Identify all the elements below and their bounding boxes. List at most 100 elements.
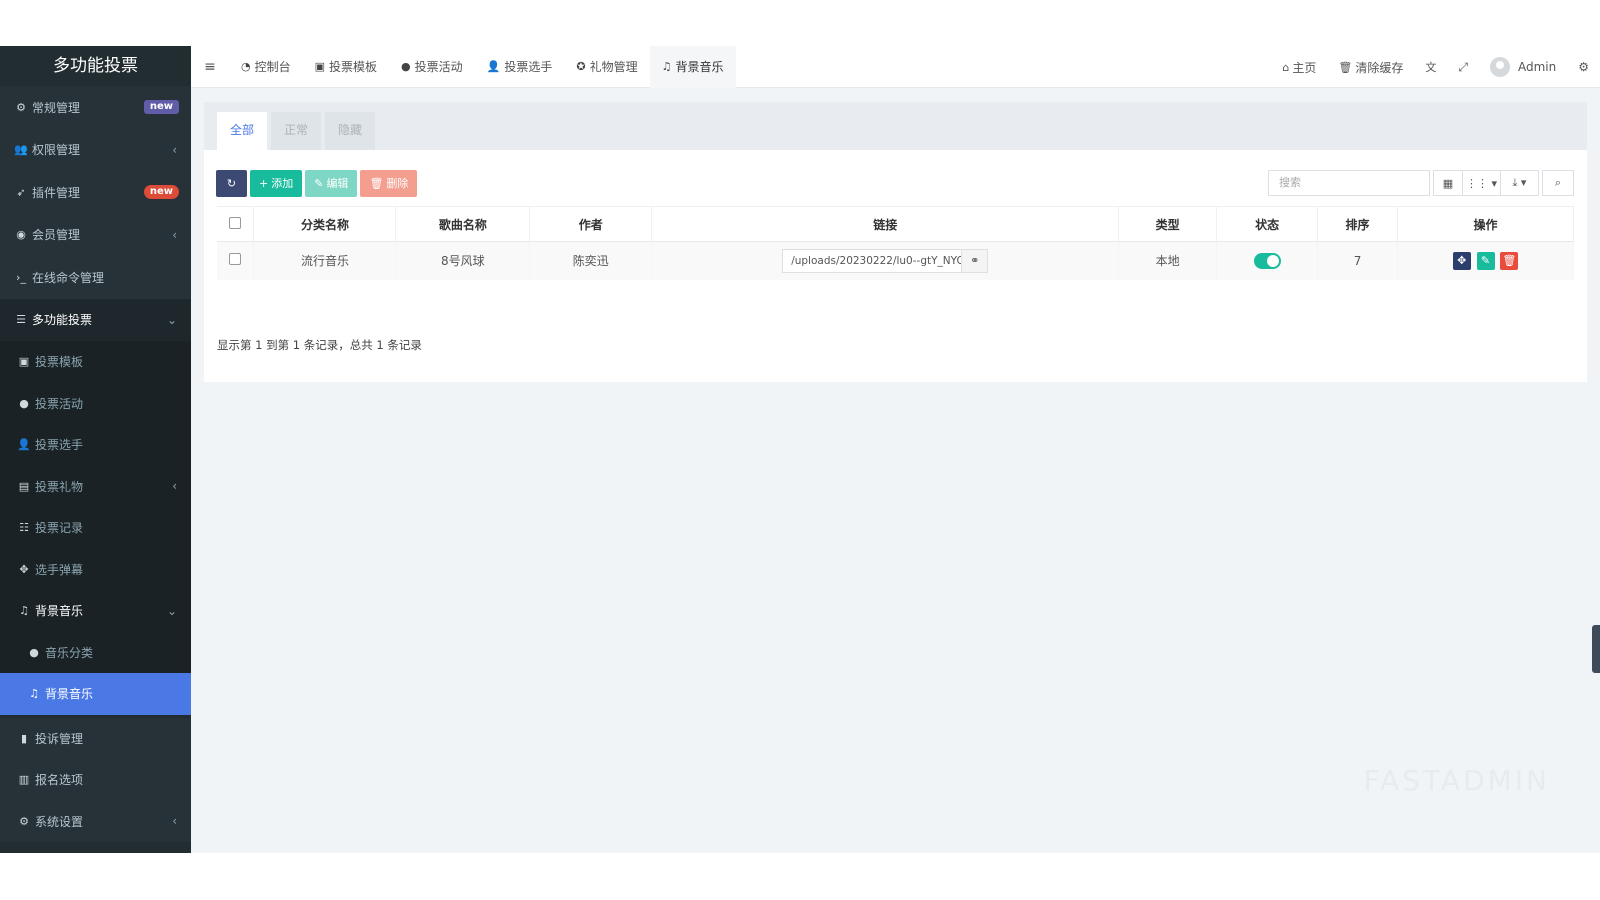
new-badge: new: [143, 100, 179, 115]
data-table: 分类名称 歌曲名称 作者 链接 类型 状态 排序 操作 流行音乐 8号风球 陈奕…: [217, 206, 1574, 280]
list-ol-icon: ☷: [19, 521, 29, 535]
status-toggle[interactable]: [1253, 252, 1281, 269]
clear-cache-button[interactable]: 🗑 清除缓存: [1327, 59, 1414, 76]
actions-cell: ✥ ✎ 🗑: [1397, 241, 1574, 280]
song-cell: 8号风球: [395, 241, 531, 280]
row-checkbox[interactable]: [229, 253, 242, 266]
side-drawer-handle[interactable]: [1592, 625, 1600, 673]
delete-label: 删除: [386, 177, 409, 190]
language-button[interactable]: 文: [1414, 59, 1447, 75]
column-header[interactable]: 歌曲名称: [395, 206, 531, 242]
music-icon: ♫: [661, 60, 672, 73]
app-title[interactable]: 多功能投票: [0, 46, 191, 86]
column-header[interactable]: 操作: [1397, 206, 1574, 242]
sidebar-submenu: ▣ 投票模板 ● 投票活动 👤 投票选手 ▤ 投票礼物 ‹ ☷ 投票记录 ✥ 选…: [0, 341, 191, 715]
sidebar-item-vote-activity[interactable]: ● 投票活动: [0, 382, 191, 424]
image-icon: ▣: [18, 355, 30, 369]
tab-normal[interactable]: 正常: [271, 112, 322, 150]
column-header[interactable]: 状态: [1216, 206, 1319, 242]
column-header[interactable]: 分类名称: [253, 206, 397, 242]
sidebar-item-command[interactable]: ›_ 在线命令管理: [0, 256, 191, 299]
chevron-down-icon: ⌄: [166, 603, 177, 618]
clear-cache-label: 清除缓存: [1355, 60, 1404, 75]
tab-dashboard[interactable]: ◔ 控制台: [229, 46, 303, 88]
sidebar-item-general[interactable]: ⚙ 常规管理 new: [0, 86, 191, 129]
sidebar-item-label: 常规管理: [32, 100, 81, 115]
link-cell: /uploads/20230222/lu0--gtY_NYOxLI ⚭: [651, 241, 1120, 280]
sidebar-item-member[interactable]: ◉ 会员管理 ‹: [0, 213, 191, 256]
tab-vote-player[interactable]: 👤 投票选手: [475, 46, 565, 88]
chevron-left-icon: ‹: [172, 142, 177, 157]
sidebar-item-vote-gift[interactable]: ▤ 投票礼物 ‹: [0, 465, 191, 507]
toolbar: ↻ + 添加 ✎ 编辑 🗑 删除 搜索 ▦ ⋮⋮ ▾ ⤓ ▾ ⌕: [204, 150, 1587, 202]
tab-vote-activity[interactable]: ● 投票活动: [389, 46, 475, 88]
column-header[interactable]: 作者: [529, 206, 653, 242]
search-button[interactable]: ⌕: [1542, 170, 1574, 196]
sidebar-item-bgm[interactable]: ♫ 背景音乐: [0, 673, 191, 715]
delete-row-button[interactable]: 🗑: [1500, 251, 1519, 270]
sidebar-item-settings[interactable]: ⚙ 系统设置 ‹: [0, 800, 191, 842]
sidebar-item-vote-template[interactable]: ▣ 投票模板: [0, 341, 191, 383]
type-cell: 本地: [1118, 241, 1218, 280]
sidebar-item-danmaku[interactable]: ✥ 选手弹幕: [0, 548, 191, 590]
sidebar-item-complaint[interactable]: ▮ 投诉管理: [0, 717, 191, 759]
edit-label: 编辑: [326, 177, 349, 190]
arrows-icon: ✥: [19, 562, 29, 576]
toggle-view-button[interactable]: ▦: [1433, 170, 1463, 196]
column-header[interactable]: 类型: [1118, 206, 1218, 242]
drag-sort-button[interactable]: ✥: [1452, 251, 1471, 270]
control-sidebar-button[interactable]: ⚙: [1567, 60, 1600, 74]
sidebar-item-vote-player[interactable]: 👤 投票选手: [0, 424, 191, 466]
tab-vote-template[interactable]: ▣ 投票模板: [303, 46, 389, 88]
search-input[interactable]: 搜索: [1268, 170, 1430, 196]
sidebar-item-label: 多功能投票: [32, 313, 93, 328]
sidebar-item-label: 投票模板: [35, 355, 84, 370]
user-menu[interactable]: Admin: [1479, 57, 1567, 77]
delete-button[interactable]: 🗑 删除: [360, 170, 418, 197]
gift-icon: ✪: [576, 60, 586, 73]
sidebar-item-label: 投票礼物: [35, 479, 84, 494]
trash-icon: 🗑: [1338, 60, 1353, 74]
link-field: /uploads/20230222/lu0--gtY_NYOxLI ⚭: [782, 248, 989, 273]
column-header[interactable]: 链接: [651, 206, 1120, 242]
tab-bgm[interactable]: ♫ 背景音乐: [649, 45, 736, 88]
chevron-left-icon: ‹: [172, 479, 177, 494]
select-all-checkbox[interactable]: [229, 216, 242, 229]
edit-row-button[interactable]: ✎: [1476, 251, 1495, 270]
export-button[interactable]: ⤓ ▾: [1500, 170, 1539, 196]
sidebar-item-music-category[interactable]: ● 音乐分类: [0, 631, 191, 673]
fullscreen-button[interactable]: ⤢: [1447, 60, 1479, 75]
sidebar-item-vote-record[interactable]: ☷ 投票记录: [0, 507, 191, 549]
edit-button[interactable]: ✎ 编辑: [305, 170, 358, 197]
bomb-icon: ●: [401, 60, 411, 73]
tab-gift[interactable]: ✪ 礼物管理: [564, 46, 649, 88]
sidebar-item-addon[interactable]: ➶ 插件管理 new: [0, 171, 191, 214]
sidebar-item-label: 报名选项: [35, 773, 84, 788]
sidebar-item-vote[interactable]: ☰ 多功能投票 ⌄: [0, 298, 191, 341]
sidebar-item-label: 背景音乐: [45, 687, 94, 702]
image-icon: ▣: [314, 60, 326, 73]
bookmark-icon: ▮: [20, 731, 28, 745]
open-link-button[interactable]: ⚭: [961, 249, 988, 272]
username: Admin: [1517, 60, 1557, 74]
circle-icon: ●: [29, 645, 39, 659]
sidebar-item-label: 权限管理: [32, 143, 81, 158]
columns-button[interactable]: ⋮⋮ ▾: [1462, 170, 1501, 196]
column-header[interactable]: 排序: [1317, 206, 1398, 242]
menu-toggle-icon[interactable]: ≡: [191, 59, 229, 75]
link-input[interactable]: /uploads/20230222/lu0--gtY_NYOxLI: [783, 250, 961, 272]
sidebar-item-bgm-group[interactable]: ♫ 背景音乐 ⌄: [0, 590, 191, 632]
tab-all[interactable]: 全部: [217, 112, 268, 150]
sidebar-item-label: 投票活动: [35, 396, 84, 411]
sidebar: 多功能投票 ⚙ 常规管理 new 👥 权限管理 ‹ ➶ 插件管理 new ◉ 会…: [0, 46, 191, 853]
tab-hidden[interactable]: 隐藏: [325, 112, 376, 150]
download-icon: ⤓ ▾: [1512, 176, 1527, 189]
status-cell: [1216, 241, 1319, 280]
sidebar-item-label: 系统设置: [35, 814, 84, 829]
sidebar-item-signup-options[interactable]: ▥ 报名选项: [0, 759, 191, 801]
sidebar-item-auth[interactable]: 👥 权限管理 ‹: [0, 128, 191, 171]
home-link[interactable]: ⌂ 主页: [1271, 59, 1327, 76]
refresh-button[interactable]: ↻: [216, 170, 247, 197]
add-button[interactable]: + 添加: [250, 170, 303, 197]
archive-icon: ▤: [18, 479, 30, 493]
